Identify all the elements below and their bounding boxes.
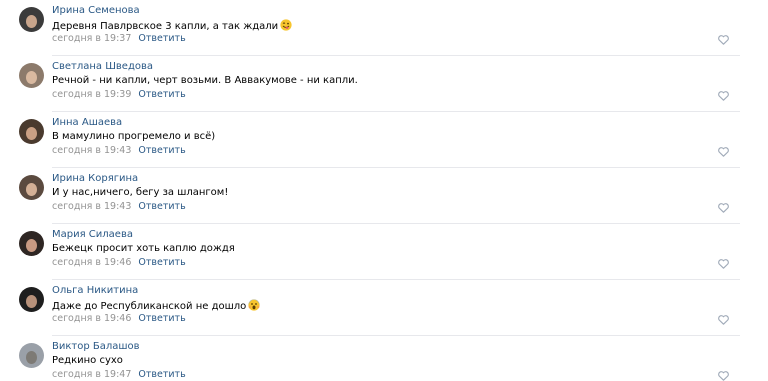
comment-time[interactable]: сегодня в 19:43 bbox=[52, 145, 131, 156]
comment-author[interactable]: Мария Силаева bbox=[52, 229, 133, 240]
comment-meta: сегодня в 19:37 Ответить bbox=[52, 33, 186, 44]
comment-text: Редкино сухо bbox=[52, 355, 123, 366]
heart-icon[interactable] bbox=[718, 371, 729, 381]
comment-item: Ирина Семенова Деревня Павлрвское 3 капл… bbox=[0, 0, 768, 56]
comment-meta: сегодня в 19:39 Ответить bbox=[52, 89, 186, 100]
avatar[interactable] bbox=[19, 287, 44, 312]
comment-item: Светлана Шведова Речной - ни капли, черт… bbox=[0, 56, 768, 112]
comment-item: Ирина Корягина И у нас,ничего, бегу за ш… bbox=[0, 168, 768, 224]
comment-item: Инна Ашаева В мамулино прогремело и всё)… bbox=[0, 112, 768, 168]
comment-meta: сегодня в 19:46 Ответить bbox=[52, 313, 186, 324]
reply-button[interactable]: Ответить bbox=[138, 33, 185, 44]
heart-icon[interactable] bbox=[718, 203, 729, 213]
comment-text-content: Даже до Республиканской не дошло bbox=[52, 301, 247, 312]
comment-author[interactable]: Ирина Семенова bbox=[52, 5, 140, 16]
avatar[interactable] bbox=[19, 343, 44, 368]
comment-text: Деревня Павлрвское 3 капли, а так ждали bbox=[52, 19, 292, 32]
comment-text: В мамулино прогремело и всё) bbox=[52, 131, 216, 142]
comment-author[interactable]: Ирина Корягина bbox=[52, 173, 138, 184]
heart-icon[interactable] bbox=[718, 91, 729, 101]
comment-item: Мария Силаева Бежецк просит хоть каплю д… bbox=[0, 224, 768, 280]
avatar[interactable] bbox=[19, 63, 44, 88]
heart-icon[interactable] bbox=[718, 259, 729, 269]
comment-text: Даже до Республиканской не дошло bbox=[52, 299, 260, 312]
comment-author[interactable]: Светлана Шведова bbox=[52, 61, 153, 72]
comment-time[interactable]: сегодня в 19:47 bbox=[52, 369, 131, 380]
comment-text: Бежецк просит хоть каплю дождя bbox=[52, 243, 235, 254]
avatar[interactable] bbox=[19, 231, 44, 256]
reply-button[interactable]: Ответить bbox=[138, 145, 185, 156]
avatar[interactable] bbox=[19, 119, 44, 144]
avatar[interactable] bbox=[19, 7, 44, 32]
comment-time[interactable]: сегодня в 19:46 bbox=[52, 257, 131, 268]
heart-icon[interactable] bbox=[718, 315, 729, 325]
reply-button[interactable]: Ответить bbox=[138, 201, 185, 212]
comments-feed: Ирина Семенова Деревня Павлрвское 3 капл… bbox=[0, 0, 768, 381]
comment-meta: сегодня в 19:46 Ответить bbox=[52, 257, 186, 268]
avatar[interactable] bbox=[19, 175, 44, 200]
comment-text: И у нас,ничего, бегу за шлангом! bbox=[52, 187, 229, 198]
reply-button[interactable]: Ответить bbox=[138, 313, 185, 324]
comment-time[interactable]: сегодня в 19:46 bbox=[52, 313, 131, 324]
comment-item: Ольга Никитина Даже до Республиканской н… bbox=[0, 280, 768, 336]
reply-button[interactable]: Ответить bbox=[138, 89, 185, 100]
comment-author[interactable]: Ольга Никитина bbox=[52, 285, 138, 296]
comment-time[interactable]: сегодня в 19:37 bbox=[52, 33, 131, 44]
comment-meta: сегодня в 19:47 Ответить bbox=[52, 369, 186, 380]
comment-author[interactable]: Виктор Балашов bbox=[52, 341, 140, 352]
reply-button[interactable]: Ответить bbox=[138, 369, 185, 380]
screaming-face-emoji-icon bbox=[248, 299, 260, 311]
comment-meta: сегодня в 19:43 Ответить bbox=[52, 145, 186, 156]
comment-meta: сегодня в 19:43 Ответить bbox=[52, 201, 186, 212]
winking-tongue-emoji-icon bbox=[280, 19, 292, 31]
comment-author[interactable]: Инна Ашаева bbox=[52, 117, 122, 128]
comment-text-content: Деревня Павлрвское 3 капли, а так ждали bbox=[52, 21, 279, 32]
reply-button[interactable]: Ответить bbox=[138, 257, 185, 268]
comment-item: Виктор Балашов Редкино сухо сегодня в 19… bbox=[0, 336, 768, 381]
heart-icon[interactable] bbox=[718, 147, 729, 157]
comment-time[interactable]: сегодня в 19:43 bbox=[52, 201, 131, 212]
heart-icon[interactable] bbox=[718, 35, 729, 45]
comment-text: Речной - ни капли, черт возьми. В Авваку… bbox=[52, 75, 358, 86]
comment-time[interactable]: сегодня в 19:39 bbox=[52, 89, 131, 100]
